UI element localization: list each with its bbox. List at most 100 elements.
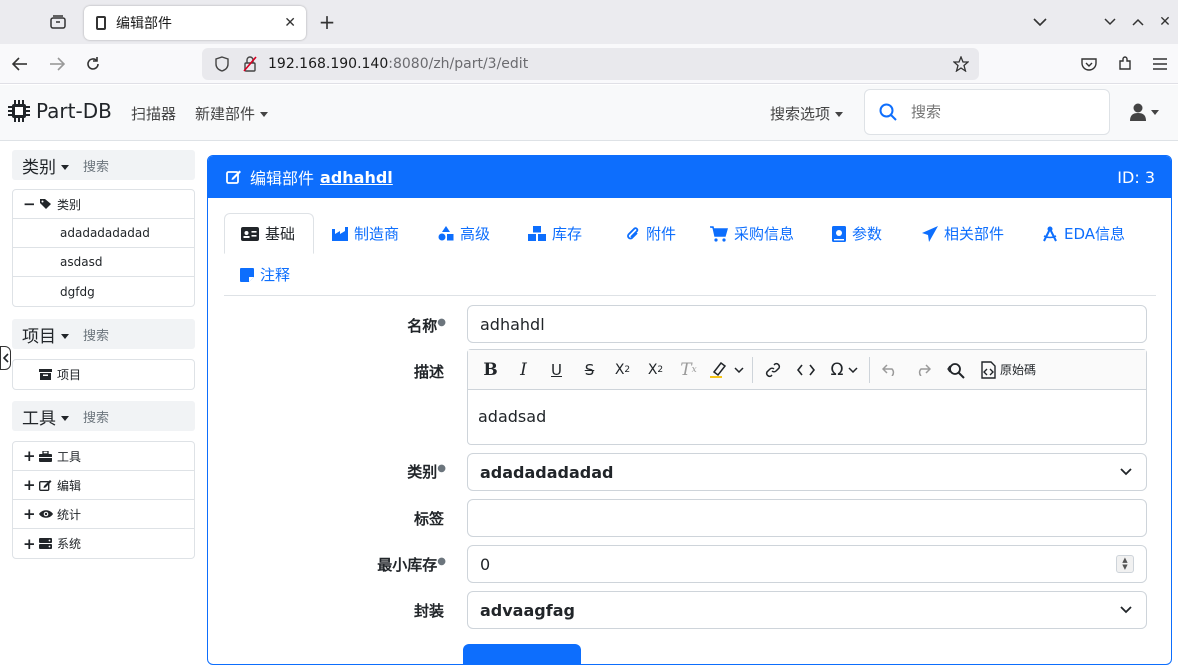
superscript-icon[interactable]: X2 — [639, 355, 672, 385]
find-replace-icon[interactable] — [939, 355, 972, 385]
link-icon[interactable] — [756, 355, 789, 385]
search-options-dropdown[interactable]: 搜索选项 — [770, 103, 844, 124]
menu-icon[interactable] — [1148, 52, 1172, 76]
id-card-icon — [241, 226, 259, 241]
cart-icon — [710, 225, 728, 242]
close-tab-icon[interactable]: ✕ — [284, 15, 296, 31]
tab-list-icon[interactable] — [46, 10, 70, 34]
shield-icon[interactable] — [212, 54, 232, 74]
sidebar-tools-header: 工具 搜索 — [12, 401, 195, 431]
tree-item-category[interactable]: adadadadadad — [13, 219, 194, 248]
url-path: :8080/zh/part/3/edit — [388, 56, 529, 72]
extensions-icon[interactable] — [1113, 52, 1137, 76]
new-part-dropdown[interactable]: 新建部件 — [195, 103, 269, 124]
forward-icon[interactable] — [45, 52, 69, 76]
sticky-note-icon — [240, 267, 254, 282]
user-dropdown[interactable] — [1130, 103, 1159, 121]
subscript-icon[interactable]: X2 — [606, 355, 639, 385]
tree-item-system[interactable]: + 系统 — [13, 529, 194, 558]
eye-icon — [39, 507, 55, 521]
tab-overflow-icon[interactable] — [1030, 10, 1050, 34]
tags-label: 标签 — [413, 510, 444, 528]
sidebar-collapse-icon[interactable] — [0, 346, 11, 370]
tags-field[interactable] — [467, 499, 1147, 537]
pocket-icon[interactable] — [1077, 52, 1101, 76]
tab-stock[interactable]: 库存 — [512, 213, 598, 254]
browser-tab-bar: 编辑部件 ✕ + ✕ — [0, 0, 1178, 44]
tree-item-statistics[interactable]: + 统计 — [13, 500, 194, 529]
scanner-link[interactable]: 扫描器 — [131, 103, 176, 124]
tree-item-edit[interactable]: + 编辑 — [13, 471, 194, 500]
reload-icon[interactable] — [81, 52, 105, 76]
browser-nav-bar: 192.168.190.140:8080/zh/part/3/edit — [0, 44, 1178, 84]
paper-plane-icon — [922, 225, 938, 242]
name-label: 名称● — [407, 317, 446, 335]
projects-search[interactable]: 搜索 — [83, 325, 109, 344]
tab-attachments[interactable]: 附件 — [610, 213, 692, 254]
user-icon — [1130, 103, 1146, 121]
category-label: 类别● — [407, 463, 446, 481]
remove-format-icon[interactable]: Tx — [672, 355, 705, 385]
source-button[interactable]: 原始碼 — [972, 355, 1042, 385]
strikethrough-icon[interactable]: S — [573, 355, 606, 385]
tab-notes[interactable]: 注释 — [224, 254, 306, 295]
number-spinner[interactable]: ▲ ▼ — [1116, 555, 1134, 573]
url-bar[interactable]: 192.168.190.140:8080/zh/part/3/edit — [202, 48, 979, 80]
tab-manufacturer[interactable]: 制造商 — [316, 213, 415, 254]
close-window-icon[interactable]: ✕ — [1155, 10, 1175, 34]
expand-icon[interactable]: + — [23, 535, 39, 553]
footprint-select[interactable]: advaagfag — [467, 591, 1147, 629]
undo-icon[interactable] — [873, 355, 906, 385]
name-field[interactable]: adhahdl — [467, 305, 1147, 343]
tree-root-categories[interactable]: − 类别 — [13, 190, 194, 219]
underline-icon[interactable]: U — [540, 355, 573, 385]
italic-icon[interactable]: I — [507, 355, 540, 385]
categories-dropdown[interactable]: 类别 — [22, 153, 69, 178]
tools-search[interactable]: 搜索 — [83, 407, 109, 426]
redo-icon[interactable] — [906, 355, 939, 385]
tree-item-tools[interactable]: + 工具 — [13, 442, 194, 471]
highlight-icon[interactable] — [705, 355, 749, 385]
tools-tree: + 工具 + 编辑 + 统计 + 系统 — [12, 441, 195, 559]
minimize-icon[interactable] — [1100, 10, 1120, 34]
server-icon — [39, 537, 55, 551]
search-input[interactable] — [909, 102, 1089, 122]
maximize-icon[interactable] — [1128, 10, 1148, 34]
brand-link[interactable]: Part-DB — [8, 99, 112, 123]
new-tab-icon[interactable]: + — [316, 10, 338, 34]
tab-parameters[interactable]: 参数 — [816, 213, 898, 254]
code-icon[interactable] — [789, 355, 822, 385]
tree-root-projects[interactable]: 项目 — [13, 360, 194, 389]
expand-icon[interactable]: + — [23, 447, 39, 465]
save-button[interactable] — [463, 644, 581, 664]
collapse-icon[interactable]: − — [23, 195, 39, 213]
min-stock-field[interactable]: 0 ▲ ▼ — [467, 545, 1147, 583]
edit-icon — [39, 478, 55, 492]
bold-icon[interactable]: B — [474, 355, 507, 385]
browser-tab[interactable]: 编辑部件 ✕ — [84, 6, 306, 40]
part-name-link[interactable]: adhahdl — [320, 168, 393, 187]
expand-icon[interactable]: + — [23, 505, 39, 523]
categories-search[interactable]: 搜索 — [83, 156, 109, 175]
expand-icon[interactable]: + — [23, 476, 39, 494]
tab-related-parts[interactable]: 相关部件 — [906, 213, 1020, 254]
tree-item-category[interactable]: dgfdg — [13, 277, 194, 306]
archive-icon — [39, 368, 55, 382]
projects-dropdown[interactable]: 项目 — [22, 322, 69, 347]
description-editor: B I U S X2 X2 Tx Ω 原始碼 adadsad — [467, 349, 1147, 445]
back-icon[interactable] — [8, 52, 32, 76]
bookmark-star-icon[interactable] — [951, 54, 971, 74]
tab-advanced[interactable]: 高级 — [422, 213, 506, 254]
card-title-prefix: 编辑部件 — [250, 169, 315, 188]
tools-dropdown[interactable]: 工具 — [22, 404, 69, 429]
search-options-label: 搜索选项 — [770, 105, 831, 123]
insecure-lock-icon[interactable] — [240, 54, 260, 74]
category-select[interactable]: adadadadadad — [467, 453, 1147, 491]
tab-basic[interactable]: 基础 — [224, 213, 314, 254]
description-content[interactable]: adadsad — [468, 390, 1146, 443]
special-character-icon[interactable]: Ω — [822, 355, 866, 385]
tree-item-category[interactable]: asdasd — [13, 248, 194, 277]
tab-eda-info[interactable]: EDA信息 — [1026, 213, 1141, 254]
tab-purchase-info[interactable]: 采购信息 — [694, 213, 810, 254]
categories-tree: − 类别 adadadadadad asdasd dgfdg — [12, 189, 195, 307]
